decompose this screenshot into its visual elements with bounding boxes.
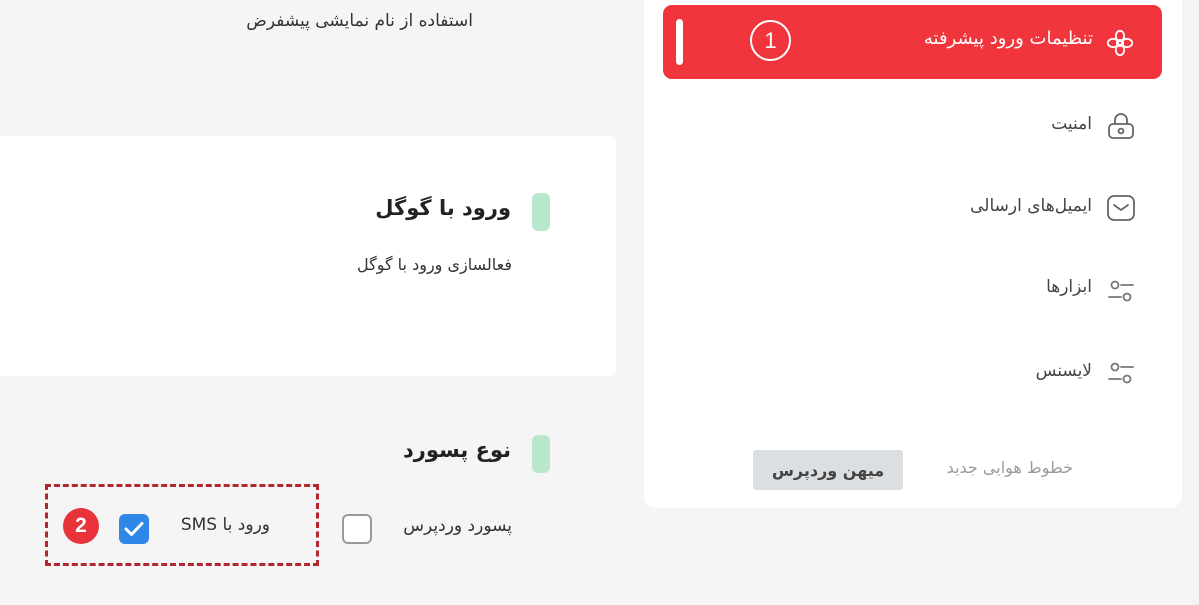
password-section-accent — [532, 435, 550, 473]
annotation-badge-1: 1 — [750, 20, 791, 61]
google-section-accent — [532, 193, 550, 231]
wordpress-password-checkbox[interactable] — [342, 514, 372, 544]
display-name-option-text: استفاده از نام نمایشی پیشفرض — [246, 11, 473, 31]
sliders-icon — [1104, 274, 1138, 308]
sidebar-item-security-label[interactable]: امنیت — [1051, 114, 1092, 134]
annotation-badge-2: 2 — [63, 508, 99, 544]
google-section-title: ورود با گوگل — [375, 196, 511, 220]
sidebar-item-advanced-login-label: تنظیمات ورود پیشرفته — [923, 28, 1093, 49]
sidebar-footer-text: خطوط هوایی جدید — [946, 458, 1073, 477]
google-section-description: فعالسازی ورود با گوگل — [356, 255, 512, 274]
sidebar-item-tools-label[interactable]: ابزارها — [1046, 277, 1092, 297]
wordpress-password-label: پسورد وردپرس — [403, 516, 512, 536]
sidebar-item-license-label[interactable]: لایسنس — [1036, 361, 1092, 381]
mail-icon — [1104, 191, 1138, 225]
password-section-title: نوع پسورد — [403, 438, 511, 462]
sidebar-footer-tag[interactable]: میهن وردپرس — [753, 450, 903, 490]
sidebar-item-emails-label[interactable]: ایمیل‌های ارسالی — [970, 196, 1092, 216]
sliders-icon — [1104, 356, 1138, 390]
active-indicator — [676, 19, 683, 65]
flower-gear-icon — [1104, 27, 1136, 59]
google-login-panel — [0, 136, 616, 376]
lock-icon — [1104, 110, 1138, 142]
